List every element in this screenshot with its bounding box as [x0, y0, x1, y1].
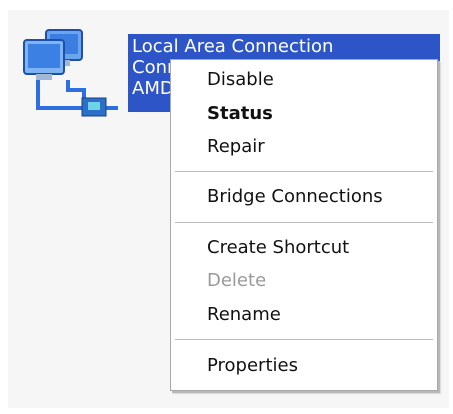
context-menu: Disable Status Repair Bridge Connections…	[170, 59, 438, 391]
menu-separator	[175, 171, 433, 173]
connection-name: Local Area Connection	[132, 36, 334, 57]
menu-item-bridge-connections[interactable]: Bridge Connections	[171, 182, 437, 212]
menu-item-properties[interactable]: Properties	[171, 351, 437, 381]
menu-item-disable[interactable]: Disable	[171, 65, 437, 95]
menu-item-status[interactable]: Status	[171, 99, 437, 129]
connection-device: AMD	[132, 78, 174, 99]
menu-item-delete: Delete	[207, 270, 267, 291]
network-connection-icon[interactable]	[20, 28, 122, 120]
menu-separator	[175, 222, 433, 224]
menu-separator	[175, 339, 433, 341]
menu-item-rename[interactable]: Rename	[171, 300, 437, 330]
menu-item-create-shortcut[interactable]: Create Shortcut	[171, 233, 437, 263]
menu-item-repair[interactable]: Repair	[171, 132, 437, 162]
